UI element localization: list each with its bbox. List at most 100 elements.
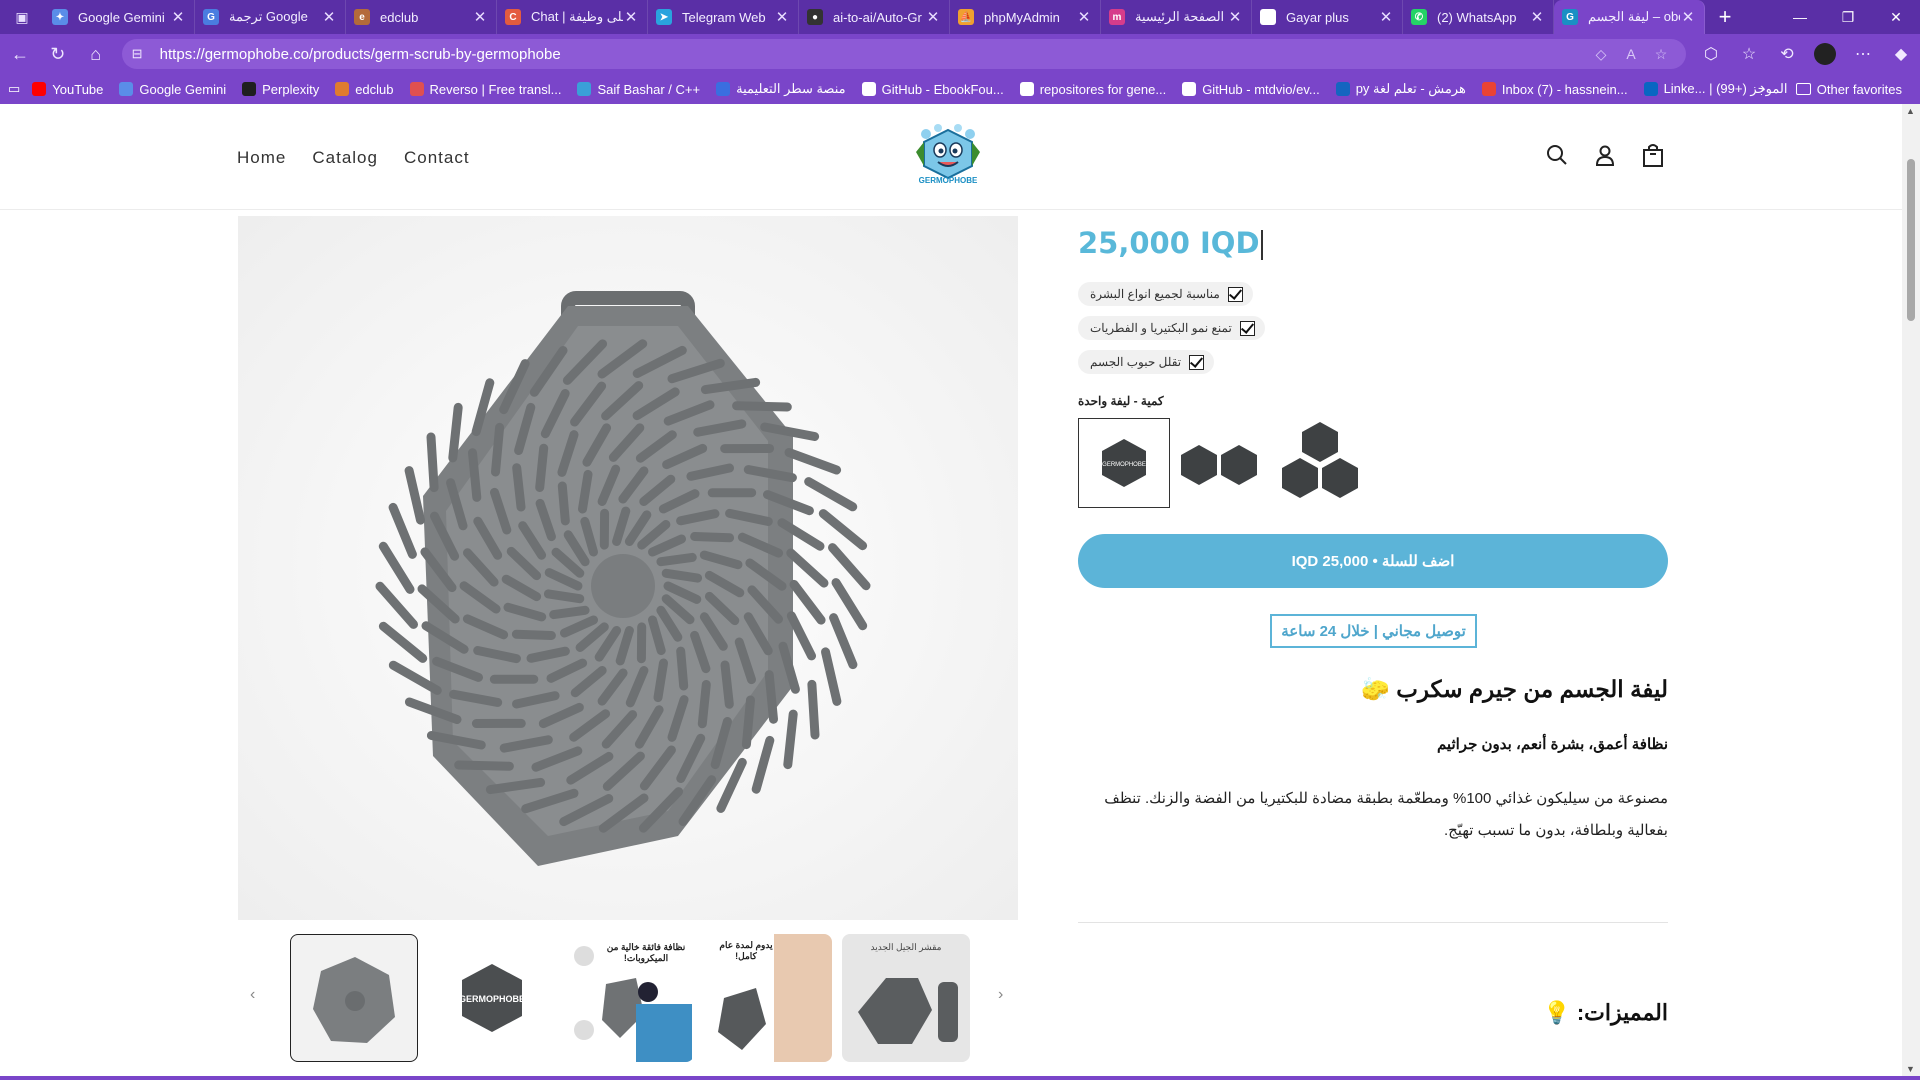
bookmark-favicon-icon: [1481, 82, 1496, 96]
browser-tab[interactable]: G ترجمة Google ✕: [195, 0, 346, 34]
tab-close-icon[interactable]: ✕: [623, 8, 639, 26]
read-aloud-icon[interactable]: A: [1616, 46, 1646, 62]
bookmark-favicon-icon: [242, 82, 257, 96]
tab-close-icon[interactable]: ✕: [774, 8, 790, 26]
tab-close-icon[interactable]: ✕: [1076, 8, 1092, 26]
close-window-icon[interactable]: ✕: [1872, 0, 1920, 34]
scrubber-bristle: [535, 443, 549, 492]
history-icon[interactable]: ⟲: [1768, 38, 1806, 70]
tab-close-icon[interactable]: ✕: [925, 8, 941, 26]
page-scrollbar[interactable]: ▲ ▼: [1902, 104, 1920, 1076]
thumbnail-3[interactable]: نظافة فائقة خالية من الميكروبات!: [566, 934, 694, 1062]
workspaces-icon[interactable]: ▣: [0, 0, 44, 34]
account-icon[interactable]: [1592, 142, 1618, 168]
bookmark-item[interactable]: Inbox (7) - hassnein...: [1481, 82, 1628, 97]
store-logo[interactable]: GERMOPHOBE: [912, 122, 984, 188]
browser-tab[interactable]: G ليفة الجسم – obe✕: [1554, 0, 1705, 34]
bookmark-item[interactable]: Linke... | الموجز (+99): [1643, 81, 1787, 97]
tab-title: Gayar plus: [1286, 9, 1349, 25]
variant-option-2[interactable]: [1174, 418, 1266, 508]
tab-close-icon[interactable]: ✕: [472, 8, 488, 26]
bookmark-item[interactable]: YouTube: [32, 82, 103, 97]
thumbnail-2[interactable]: GERMOPHOBE: [428, 934, 556, 1062]
browser-tab[interactable]: C Chat | على وظيفة✕: [497, 0, 648, 34]
browser-tab[interactable]: Gayar plus ✕: [1252, 0, 1403, 34]
favorites-icon[interactable]: ☆: [1730, 38, 1768, 70]
favorite-star-icon[interactable]: ☆: [1646, 46, 1676, 63]
scrubber-bristle: [697, 680, 711, 729]
bookmark-item[interactable]: py هرمش - تعلم لغة: [1335, 81, 1466, 97]
browser-tab[interactable]: ● ai-to-ai/Auto-Gr ✕: [799, 0, 950, 34]
bookmark-favicon-icon: [335, 82, 350, 96]
tab-close-icon[interactable]: ✕: [170, 8, 186, 26]
feature-chip-3: تقلل حبوب الجسم: [1078, 350, 1215, 374]
tab-close-icon[interactable]: ✕: [321, 8, 337, 26]
tab-close-icon[interactable]: ✕: [1378, 8, 1394, 26]
bookmark-item[interactable]: Saif Bashar / C++: [577, 82, 700, 97]
more-menu-icon[interactable]: ⋯: [1844, 38, 1882, 70]
bookmark-item[interactable]: Perplexity: [242, 82, 319, 97]
page-viewport: Home Catalog Contact GERMOPHOBE ‹ GERMOP…: [0, 104, 1902, 1076]
browser-tab[interactable]: ➤ Telegram Web ✕: [648, 0, 799, 34]
tracking-icon[interactable]: ◇: [1586, 46, 1616, 63]
bookmarks-overflow-icon[interactable]: ›: [1760, 80, 1765, 98]
bookmark-item[interactable]: edclub: [335, 82, 394, 97]
reading-list-icon[interactable]: ▭: [8, 81, 20, 97]
browser-tab[interactable]: ⛵ phpMyAdmin ✕: [950, 0, 1101, 34]
product-title: ليفة الجسم من جيرم سكرب 🧽: [1361, 676, 1668, 702]
profile-avatar[interactable]: [1814, 43, 1836, 65]
minimize-icon[interactable]: —: [1776, 0, 1824, 34]
back-icon[interactable]: ←: [2, 36, 38, 72]
scrubber-bristle: [491, 422, 505, 477]
nav-home[interactable]: Home: [237, 148, 286, 168]
browser-tab[interactable]: e edclub ✕: [346, 0, 497, 34]
refresh-icon[interactable]: ↻: [40, 36, 76, 72]
restore-icon[interactable]: ❐: [1824, 0, 1872, 34]
bookmark-item[interactable]: Google Gemini: [119, 82, 226, 97]
nav-catalog[interactable]: Catalog: [312, 148, 378, 168]
thumbnail-4[interactable]: يدوم لمدة عام كامل!: [704, 934, 832, 1062]
thumb-next-icon[interactable]: ›: [998, 986, 1003, 1004]
product-main-image[interactable]: [238, 216, 1018, 920]
bookmark-item[interactable]: GitHub - mtdvio/ev...: [1182, 82, 1320, 97]
extensions-icon[interactable]: ⬡: [1692, 38, 1730, 70]
browser-tab[interactable]: ✆ (2) WhatsApp ✕: [1403, 0, 1554, 34]
address-bar[interactable]: ⊟ https://germophobe.co/products/germ-sc…: [121, 39, 1686, 69]
product-price: 25,000 IQD: [1078, 226, 1263, 260]
browser-tab[interactable]: m الصفحة الرئيسية ✕: [1101, 0, 1252, 34]
tab-close-icon[interactable]: ✕: [1680, 8, 1696, 26]
nav-contact[interactable]: Contact: [404, 148, 470, 168]
thumbnail-1[interactable]: [290, 934, 418, 1062]
bookmark-item[interactable]: repositores for gene...: [1019, 82, 1166, 97]
bookmark-label: Reverso | Free transl...: [429, 81, 562, 97]
tab-favicon-icon: G: [1562, 9, 1578, 25]
cart-icon[interactable]: [1640, 142, 1666, 168]
new-tab-button[interactable]: +: [1705, 0, 1745, 34]
tab-title: Chat | على وظيفة: [531, 9, 623, 24]
thumbnail-5[interactable]: مقشر الجيل الجديد: [842, 934, 970, 1062]
tab-close-icon[interactable]: ✕: [1529, 8, 1545, 26]
add-to-cart-button[interactable]: اضف للسلة • 25,000 IQD: [1078, 534, 1668, 588]
copilot-icon[interactable]: ◆: [1882, 38, 1920, 70]
variant-option-1[interactable]: GERMOPHOBE: [1078, 418, 1170, 508]
variant-option-3[interactable]: [1274, 418, 1366, 508]
scrollbar-thumb[interactable]: [1907, 159, 1915, 321]
scrubber-bristle: [511, 629, 556, 640]
search-icon[interactable]: [1544, 142, 1570, 168]
bookmark-item[interactable]: Reverso | Free transl...: [409, 81, 562, 97]
scrubber-bristle: [578, 469, 593, 514]
scroll-down-icon[interactable]: ▼: [1906, 1064, 1915, 1074]
scroll-up-icon[interactable]: ▲: [1906, 106, 1915, 116]
other-favorites[interactable]: Other favorites: [1795, 82, 1902, 97]
bookmark-item[interactable]: GitHub - EbookFou...: [861, 82, 1004, 97]
site-info-icon[interactable]: ⊟: [132, 46, 148, 62]
main-nav: Home Catalog Contact: [237, 148, 470, 168]
bookmark-item[interactable]: منصة سطر التعليمية: [716, 81, 846, 97]
bookmarks-bar: ▭ YouTube Google Gemini Perplexity edclub Re…: [0, 74, 1920, 104]
home-icon[interactable]: ⌂: [78, 36, 114, 72]
tab-favicon-icon: ✆: [1411, 9, 1427, 25]
tab-close-icon[interactable]: ✕: [1227, 8, 1243, 26]
thumb-prev-icon[interactable]: ‹: [250, 986, 255, 1004]
url-text[interactable]: https://germophobe.co/products/germ-scru…: [160, 46, 1586, 63]
browser-tab[interactable]: ✦ Google Gemini ✕: [44, 0, 195, 34]
